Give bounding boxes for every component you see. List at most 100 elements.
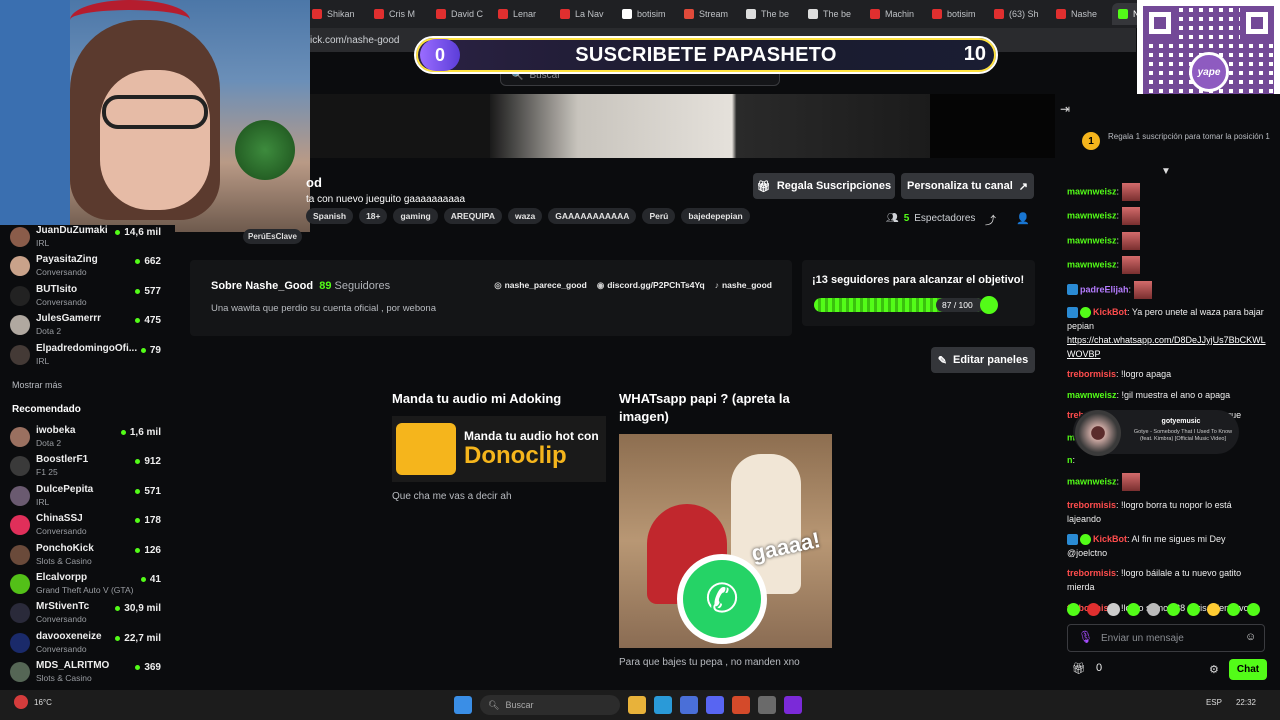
emote-icon[interactable] [1107, 603, 1120, 616]
edge-icon[interactable] [654, 696, 672, 714]
sidebar-channel[interactable]: PonchoKick Slots & Casino 126 [10, 543, 175, 572]
sidebar-channel[interactable]: Elcalvorpp Grand Theft Auto V (GTA) 41 [10, 572, 175, 601]
sidebar-channel[interactable]: MDS_ALRITMO Slots & Casino 369 [10, 660, 175, 689]
emote-icon[interactable] [1127, 603, 1140, 616]
chat-username[interactable]: mawnweisz [1067, 477, 1117, 487]
badge-icon [1067, 534, 1078, 546]
url-text: ick.com/nashe-good [310, 34, 400, 46]
taskbar-search-label: Buscar [505, 700, 534, 710]
file-explorer-icon[interactable] [628, 696, 646, 714]
sidebar-channel[interactable]: MrStivenTc Conversando 30,9 mil [10, 601, 175, 630]
customize-channel-button[interactable]: Personaliza tu canal ↗ [901, 173, 1034, 199]
viewers-label: Espectadores [914, 213, 976, 224]
browser-tab[interactable]: Lenar [492, 3, 550, 25]
live-dot-icon [135, 288, 141, 294]
chat-input[interactable]: Enviar un mensaje [1067, 624, 1265, 652]
browser-tab[interactable]: La Nav [554, 3, 612, 25]
sidebar-channel[interactable]: JuanDuZumaki IRL 14,6 mil [10, 225, 175, 254]
language-indicator[interactable]: ESP [1206, 698, 1222, 707]
emote-icon[interactable] [1187, 603, 1200, 616]
chat-username[interactable]: mawnweisz [1067, 390, 1117, 400]
clock[interactable]: 22:32 [1236, 698, 1256, 707]
os-taskbar: 16°C 🔍︎ Buscar ESP 22:32 [0, 690, 1280, 720]
sidebar-channel[interactable]: ChinaSSJ Conversando 178 [10, 513, 175, 542]
collapse-chat-icon[interactable]: ⇥ [1060, 102, 1070, 116]
sidebar-channel[interactable]: DulcePepita IRL 571 [10, 484, 175, 513]
store-icon[interactable] [680, 696, 698, 714]
gift-subs-button[interactable]: 🎁︎ Regala Suscripciones [753, 173, 895, 199]
browser-tab[interactable]: (63) Sh [988, 3, 1046, 25]
gift-counter[interactable]: 🎁︎ 0 [1072, 662, 1102, 675]
share-icon[interactable]: ⤴ [985, 212, 996, 228]
chevron-down-icon[interactable]: ▼ [1161, 166, 1171, 177]
discord-icon[interactable] [706, 696, 724, 714]
browser-tab[interactable]: David C [430, 3, 488, 25]
chat-colon: : [1072, 454, 1076, 465]
mic-icon[interactable]: 🎙︎ [1078, 630, 1093, 644]
emote-icon[interactable] [1067, 603, 1080, 616]
chat-username[interactable]: mawnweisz [1067, 186, 1117, 196]
tag-per-[interactable]: Perú [642, 208, 676, 224]
emote-icon[interactable] [1227, 603, 1240, 616]
user-icon[interactable]: 👤 [1016, 212, 1030, 225]
emote-icon[interactable] [1167, 603, 1180, 616]
tag-gaming[interactable]: gaming [393, 208, 438, 224]
social-link[interactable]: ◎ nashe_parece_good [494, 280, 587, 291]
video-player[interactable] [310, 94, 1055, 158]
channel-category: IRL [36, 355, 50, 366]
sidebar-channel[interactable]: BUTIsito Conversando 577 [10, 284, 175, 313]
chat-username[interactable]: trebormisis [1067, 500, 1116, 510]
tag-extra[interactable]: PerúEsClave [243, 229, 302, 244]
chat-username[interactable]: KickBot [1093, 534, 1127, 544]
chat-username[interactable]: padreElijah [1080, 284, 1129, 294]
emoji-icon[interactable]: ☺ [1245, 631, 1256, 643]
obs-icon[interactable] [758, 696, 776, 714]
chat-username[interactable]: trebormisis [1067, 568, 1116, 578]
sidebar-channel[interactable]: PayasitaZing Conversando 662 [10, 254, 175, 283]
chat-username[interactable]: mawnweisz [1067, 260, 1117, 270]
chat-username[interactable]: KickBot [1093, 307, 1127, 317]
chat-username[interactable]: mawnweisz [1067, 235, 1117, 245]
tag-bajedepepian[interactable]: bajedepepian [681, 208, 750, 224]
emote-icon[interactable] [1207, 603, 1220, 616]
social-link[interactable]: ♪ nashe_good [715, 280, 772, 291]
browser-tab[interactable]: The be [802, 3, 860, 25]
browser-tab[interactable]: The be [740, 3, 798, 25]
browser-tab[interactable]: Shikan [306, 3, 364, 25]
browser-tab[interactable]: Cris M [368, 3, 426, 25]
browser-tab[interactable]: botisim [616, 3, 674, 25]
browser-tab[interactable]: botisim [926, 3, 984, 25]
sidebar-channel[interactable]: BoostlerF1 F1 25 912 [10, 454, 175, 483]
chat-username[interactable]: mawnweisz [1067, 211, 1117, 221]
whatsapp-panel-image[interactable]: ✆ gaaaa! [619, 434, 832, 648]
sidebar-channel[interactable]: ElpadredomingoOfi... IRL 79 [10, 343, 175, 372]
tag-waza[interactable]: waza [507, 208, 543, 224]
browser-tab[interactable]: Machin [864, 3, 922, 25]
edit-panels-button[interactable]: ✎ Editar paneles [931, 347, 1035, 373]
sidebar-channel[interactable]: JulesGamerrr Dota 2 475 [10, 313, 175, 342]
sidebar-channel[interactable]: iwobeka Dota 2 1,6 mil [10, 425, 175, 454]
tag-arequipa[interactable]: AREQUIPA [443, 208, 502, 224]
app-icon[interactable] [784, 696, 802, 714]
show-more-link[interactable]: Mostrar más [12, 380, 175, 390]
tag-gaaaaaaaaaaa[interactable]: GAAAAAAAAAAA [548, 208, 637, 224]
sidebar-channel[interactable]: davooxeneize Conversando 22,7 mil [10, 631, 175, 660]
chat-username[interactable]: trebormisis [1067, 369, 1116, 379]
weather-widget[interactable]: 16°C [14, 695, 52, 709]
emote-icon[interactable] [1147, 603, 1160, 616]
windows-start-icon[interactable] [454, 696, 472, 714]
tag-spanish[interactable]: Spanish [306, 208, 354, 224]
tag-18-[interactable]: 18+ [359, 208, 388, 224]
recommended-channels: iwobeka Dota 2 1,6 mil BoostlerF1 F1 25 912 Du… [10, 425, 175, 690]
taskbar-search[interactable]: 🔍︎ Buscar [480, 695, 620, 715]
emote-icon[interactable] [1247, 603, 1260, 616]
emote-icon[interactable] [1087, 603, 1100, 616]
chat-link[interactable]: https://chat.whatsapp.com/D8DeJJyjUs7BbC… [1067, 335, 1266, 359]
chat-send-button[interactable]: Chat [1229, 659, 1267, 680]
browser-tab[interactable]: Nashe [1050, 3, 1108, 25]
browser-tab[interactable]: Stream [678, 3, 736, 25]
gear-icon[interactable]: ⚙ [1209, 663, 1219, 676]
donoclip-banner[interactable]: Manda tu audio hot con Donoclip [392, 416, 606, 482]
brave-icon[interactable] [732, 696, 750, 714]
social-link[interactable]: ◉ discord.gg/P2PChTs4Yq [597, 280, 705, 291]
